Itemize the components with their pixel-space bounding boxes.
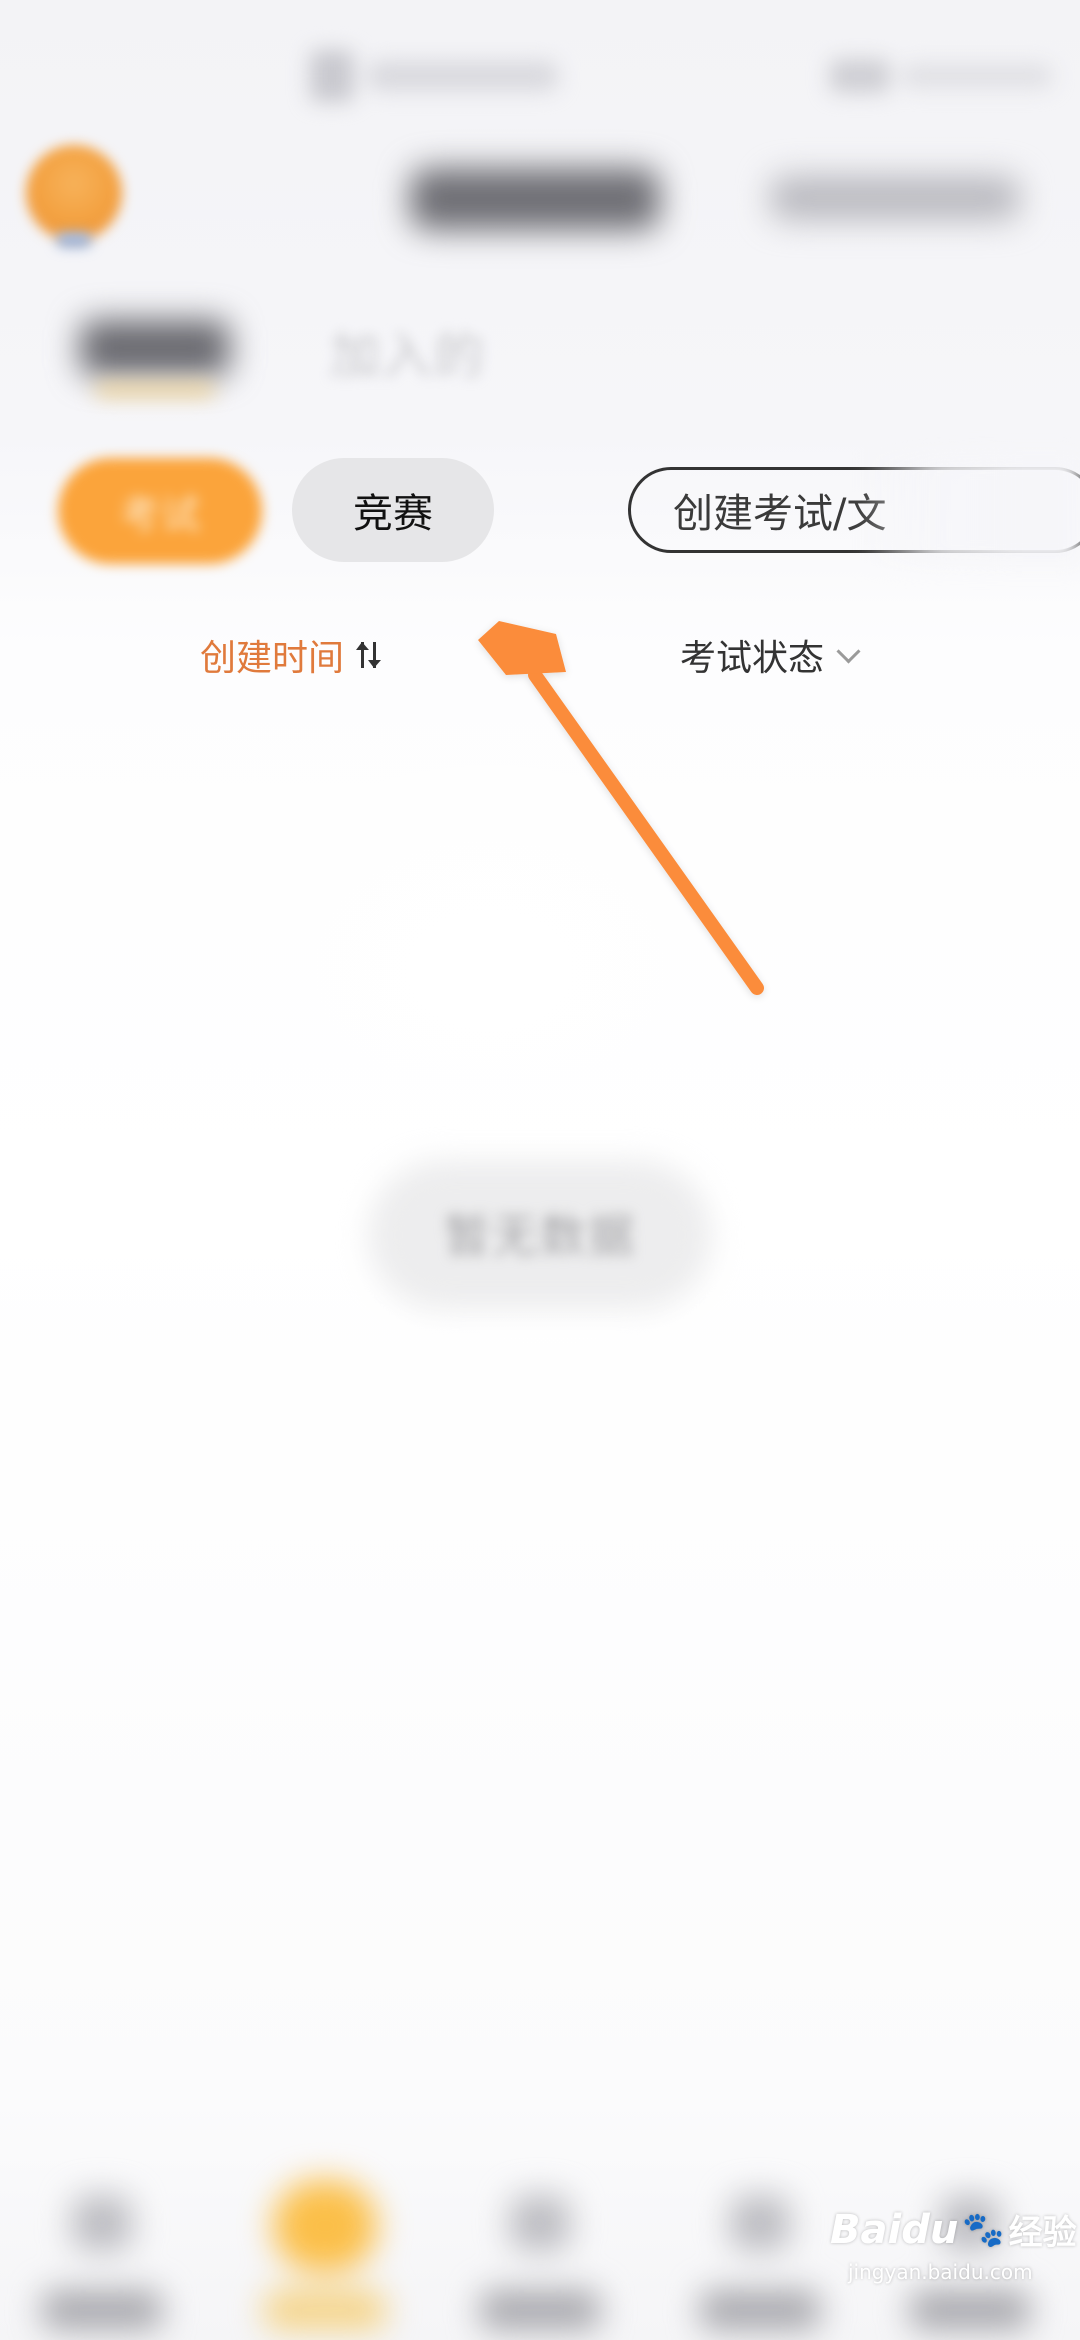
status-bar-right	[830, 56, 1060, 96]
status-bar-center	[310, 48, 590, 104]
exam-status-filter[interactable]: 考试状态	[680, 628, 861, 682]
status-text-placeholder	[368, 61, 558, 91]
nav-item-messages[interactable]	[470, 2150, 610, 2340]
tab-joined[interactable]: 加入的	[330, 316, 486, 388]
baidu-watermark: Baidu 🐾 经验	[830, 2205, 1077, 2254]
watermark-suffix: 经验	[1008, 2213, 1077, 2253]
watermark-url: jingyan.baidu.com	[848, 2260, 1033, 2284]
watermark-brand: Baidu	[830, 2206, 959, 2253]
nav-item-home[interactable]	[32, 2150, 172, 2340]
app-screen: 加入的 考试 竞赛 创建考试/文 创建时间 考试状态 暂无数据 Baidu 🐾 …	[0, 0, 1080, 2340]
chevron-down-icon	[836, 638, 861, 664]
status-right-placeholder	[902, 64, 1052, 88]
battery-icon	[830, 59, 890, 93]
exam-segment-button[interactable]: 考试	[58, 458, 262, 564]
avatar[interactable]	[26, 145, 122, 241]
tab-active-underline	[95, 384, 215, 396]
header-title	[410, 168, 660, 230]
nav-item-contacts[interactable]	[690, 2150, 830, 2340]
status-filter-label: 考试状态	[680, 638, 825, 679]
paw-icon: 🐾	[962, 2209, 1005, 2250]
nav-item-exam[interactable]	[255, 2150, 395, 2340]
header-right-action[interactable]	[770, 176, 1020, 220]
avatar-badge	[56, 232, 92, 248]
status-icon	[310, 50, 354, 102]
sort-by-created-time[interactable]: 创建时间	[200, 628, 384, 682]
create-exam-label: 创建考试/文	[673, 491, 887, 537]
contest-segment-button[interactable]: 竞赛	[292, 458, 494, 562]
sort-arrows-icon	[354, 640, 384, 670]
sort-label: 创建时间	[200, 638, 345, 679]
create-button-fade	[860, 455, 1080, 565]
empty-state-text: 暂无数据	[444, 1209, 636, 1263]
tab-created[interactable]	[80, 320, 230, 376]
